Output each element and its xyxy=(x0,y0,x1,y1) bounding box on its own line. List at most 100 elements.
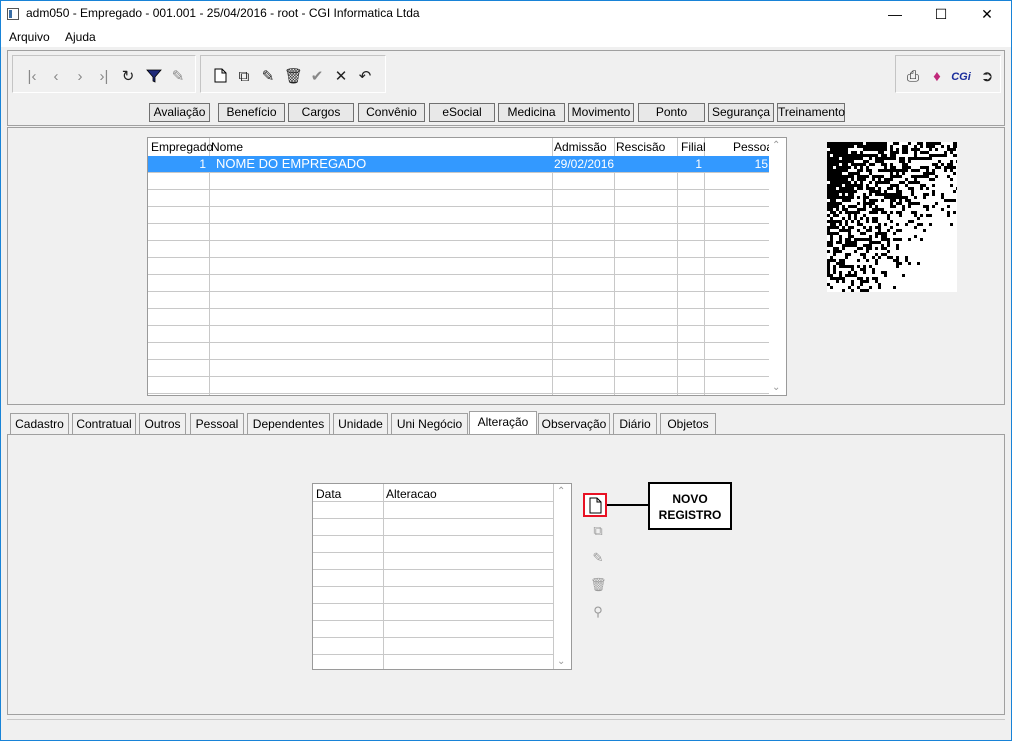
module-beneficio-button[interactable]: Benefício xyxy=(218,103,285,122)
tab-contratual[interactable]: Contratual xyxy=(72,413,136,434)
cell-filial: 1 xyxy=(695,157,702,171)
col-header-alteracao[interactable]: Alteracao xyxy=(386,487,437,501)
grid-row-line xyxy=(313,586,553,587)
tab-alteracao[interactable]: Alteração xyxy=(469,411,537,435)
delete-icon[interactable]: 🗑 xyxy=(284,68,303,86)
search-icon[interactable]: ⚲ xyxy=(590,604,606,620)
callout-novo-registro: NOVO REGISTRO xyxy=(648,482,732,530)
module-ponto-button[interactable]: Ponto xyxy=(638,103,705,122)
new-icon[interactable] xyxy=(211,68,229,86)
last-icon[interactable]: ›| xyxy=(95,68,113,86)
print-icon[interactable]: ⎙ xyxy=(904,68,922,86)
change-grid[interactable]: Data Alteracao ⌃ ⌄ xyxy=(312,483,572,670)
cell-nome: NOME DO EMPREGADO xyxy=(216,156,367,171)
grid-row-line xyxy=(313,518,553,519)
menu-ajuda[interactable]: Ajuda xyxy=(65,30,96,44)
employee-grid-scrollbar[interactable]: ⌃ ⌄ xyxy=(769,138,786,395)
next-icon[interactable]: › xyxy=(71,68,89,86)
cell-pessoa: 15 xyxy=(754,157,768,171)
tab-dependentes[interactable]: Dependentes xyxy=(247,413,330,434)
grid-row-line xyxy=(313,535,553,536)
refresh-icon[interactable]: ↻ xyxy=(119,68,137,86)
module-esocial-button[interactable]: eSocial xyxy=(429,103,495,122)
grid-row-line xyxy=(148,342,770,343)
tab-diario[interactable]: Diário xyxy=(613,413,657,434)
grid-row-line xyxy=(148,325,770,326)
delete-icon[interactable]: 🗑 xyxy=(590,577,607,593)
search-records-icon[interactable]: ✎ xyxy=(169,68,187,86)
grid-row-line xyxy=(148,172,770,173)
tab-uni-negocio[interactable]: Uni Negócio xyxy=(391,413,468,434)
table-row[interactable]: 1 NOME DO EMPREGADO 29/02/2016 1 15 xyxy=(148,156,770,172)
cancel-icon[interactable]: ✕ xyxy=(332,68,350,86)
module-avaliacao-button[interactable]: Avaliação xyxy=(149,103,210,122)
module-seguranca-button[interactable]: Segurança xyxy=(708,103,774,122)
col-header-rescisao[interactable]: Rescisão xyxy=(616,140,665,154)
prev-icon[interactable]: ‹ xyxy=(47,68,65,86)
confirm-icon[interactable]: ✔ xyxy=(308,68,326,86)
change-grid-scrollbar[interactable]: ⌃ ⌄ xyxy=(554,484,571,669)
app-icon[interactable] xyxy=(7,8,19,20)
toolbar-panel: |‹ ‹ › ›| ↻ ✎ ⧉ ✎ 🗑 ✔ ✕ ↶ ⎙ ♦ CGi ➲ Aval… xyxy=(7,50,1005,126)
scroll-up-icon[interactable]: ⌃ xyxy=(772,140,780,151)
tab-outros[interactable]: Outros xyxy=(139,413,186,434)
grid-row-line xyxy=(313,603,553,604)
close-button[interactable]: ✕ xyxy=(964,1,1010,27)
grid-row-line xyxy=(148,393,770,394)
copy-icon[interactable]: ⧉ xyxy=(590,523,606,539)
grid-row-line xyxy=(148,376,770,377)
tab-observacao[interactable]: Observação xyxy=(538,413,610,434)
col-header-nome[interactable]: Nome xyxy=(211,140,243,154)
grid-row-line xyxy=(313,552,553,553)
undo-icon[interactable]: ↶ xyxy=(356,68,374,86)
grid-row-line xyxy=(148,291,770,292)
cgi-icon[interactable]: CGi xyxy=(950,68,972,86)
module-convenio-button[interactable]: Convênio xyxy=(358,103,425,122)
module-movimento-button[interactable]: Movimento xyxy=(568,103,634,122)
module-treinamento-button[interactable]: Treinamento xyxy=(777,103,845,122)
tab-objetos[interactable]: Objetos xyxy=(660,413,716,434)
col-header-data[interactable]: Data xyxy=(316,487,341,501)
grid-row-line xyxy=(148,206,770,207)
module-medicina-button[interactable]: Medicina xyxy=(498,103,565,122)
employee-photo xyxy=(827,142,957,292)
new-record-button[interactable] xyxy=(583,493,607,517)
employee-grid[interactable]: Empregado Nome Admissão Rescisão Filial … xyxy=(147,137,787,396)
col-header-filial[interactable]: Filial xyxy=(681,140,706,154)
menu-arquivo[interactable]: Arquivo xyxy=(9,30,50,44)
grid-row-line xyxy=(148,257,770,258)
edit-icon[interactable]: ✎ xyxy=(590,550,606,566)
scroll-down-icon[interactable]: ⌄ xyxy=(557,656,565,667)
scroll-up-icon[interactable]: ⌃ xyxy=(557,486,565,497)
minimize-button[interactable]: — xyxy=(872,1,918,27)
callout-connector xyxy=(607,504,649,506)
exit-icon[interactable]: ➲ xyxy=(978,68,996,86)
module-cargos-button[interactable]: Cargos xyxy=(288,103,354,122)
edit-icon[interactable]: ✎ xyxy=(259,68,277,86)
tab-cadastro[interactable]: Cadastro xyxy=(10,413,69,434)
grid-row-line xyxy=(148,359,770,360)
status-bar xyxy=(7,719,1005,737)
grid-row-line xyxy=(148,240,770,241)
maximize-button[interactable]: ☐ xyxy=(918,1,964,27)
grid-row-line xyxy=(148,189,770,190)
grid-row-line xyxy=(148,223,770,224)
copy-icon[interactable]: ⧉ xyxy=(235,68,253,86)
grid-row-line xyxy=(313,620,553,621)
grid-row-line xyxy=(148,274,770,275)
menu-bar: Arquivo Ajuda xyxy=(1,27,1011,47)
grid-row-line xyxy=(313,637,553,638)
title-bar: adm050 - Empregado - 001.001 - 25/04/201… xyxy=(1,1,1011,27)
scroll-down-icon[interactable]: ⌄ xyxy=(772,382,780,393)
tab-unidade[interactable]: Unidade xyxy=(333,413,388,434)
app-window: adm050 - Empregado - 001.001 - 25/04/201… xyxy=(0,0,1012,741)
tab-pessoal[interactable]: Pessoal xyxy=(190,413,244,434)
book-icon[interactable]: ♦ xyxy=(928,68,946,86)
col-header-pessoa[interactable]: Pessoa xyxy=(733,140,773,154)
col-header-admissao[interactable]: Admissão xyxy=(554,140,607,154)
col-header-empregado[interactable]: Empregado xyxy=(151,140,213,154)
filter-icon[interactable] xyxy=(145,68,163,86)
callout-line1: NOVO xyxy=(672,492,708,506)
grid-row-line xyxy=(313,654,553,655)
first-icon[interactable]: |‹ xyxy=(23,68,41,86)
